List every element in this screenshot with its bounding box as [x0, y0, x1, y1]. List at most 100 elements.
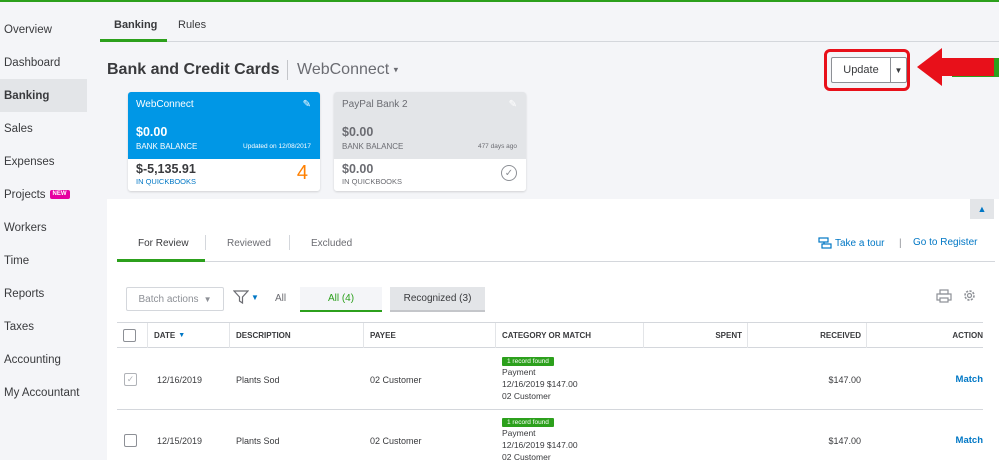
sidebar-item-label: Expenses — [4, 155, 55, 168]
select-all-checkbox[interactable] — [123, 329, 136, 342]
match-name: 02 Customer — [502, 391, 551, 401]
gear-icon[interactable] — [962, 288, 977, 303]
match-button[interactable]: Match — [956, 435, 983, 446]
sidebar-item-accounting[interactable]: Accounting — [0, 343, 87, 376]
collapse-chevron-up-icon[interactable]: ▲ — [970, 199, 994, 219]
card-footer: $0.00 IN QUICKBOOKS ✓ — [334, 159, 526, 191]
column-header-date[interactable]: DATE ▼ — [147, 323, 229, 348]
filter-pill-all[interactable]: All (4) — [300, 287, 382, 312]
card-account-name: PayPal Bank 2 — [342, 99, 408, 110]
batch-actions-label: Batch actions — [138, 293, 199, 305]
row-checkbox[interactable]: ✓ — [124, 373, 137, 386]
row-date: 12/16/2019 — [157, 375, 203, 385]
tab-rules[interactable]: Rules — [178, 19, 206, 31]
sidebar: Overview Dashboard Banking Sales Expense… — [0, 2, 87, 460]
filter-all-label: All — [275, 293, 287, 304]
pencil-icon[interactable]: ✎ — [303, 99, 311, 110]
page-title: Bank and Credit Cards — [107, 61, 280, 78]
column-header-action: ACTION — [866, 323, 983, 348]
match-name: 02 Customer — [502, 452, 551, 460]
card-header: WebConnect ✎ $0.00 BANK BALANCE Updated … — [128, 92, 320, 159]
tab-reviewed[interactable]: Reviewed — [227, 238, 271, 249]
checkmark-icon: ✓ — [126, 374, 135, 384]
sidebar-item-time[interactable]: Time — [0, 244, 87, 277]
row-category-match[interactable]: 1 record found Payment 12/16/2019 $147.0… — [502, 355, 578, 402]
sidebar-item-label: My Accountant — [4, 386, 80, 399]
review-panel: ▲ For Review Reviewed Excluded Take a to… — [107, 199, 999, 460]
sidebar-item-projects[interactable]: Projects NEW — [0, 178, 87, 211]
card-header: PayPal Bank 2 ✎ $0.00 BANK BALANCE 477 d… — [334, 92, 526, 159]
table-header: DATE ▼ DESCRIPTION PAYEE CATEGORY OR MAT… — [117, 322, 983, 348]
sidebar-item-dashboard[interactable]: Dashboard — [0, 46, 87, 79]
signpost-icon — [818, 237, 832, 249]
filter-button[interactable]: ▼ — [233, 290, 259, 304]
sidebar-item-label: Workers — [4, 221, 47, 234]
update-dropdown-button[interactable]: ▼ — [890, 57, 907, 83]
tab-divider — [289, 235, 290, 250]
sidebar-item-my-accountant[interactable]: My Accountant — [0, 376, 87, 409]
card-qb-balance: $0.00 — [342, 162, 374, 176]
caret-down-icon: ▼ — [251, 292, 259, 302]
tab-for-review[interactable]: For Review — [138, 238, 189, 249]
print-icon[interactable] — [936, 289, 952, 303]
sidebar-item-label: Dashboard — [4, 56, 61, 69]
sidebar-item-taxes[interactable]: Taxes — [0, 310, 87, 343]
account-card-webconnect[interactable]: WebConnect ✎ $0.00 BANK BALANCE Updated … — [128, 92, 320, 191]
pencil-icon[interactable]: ✎ — [509, 99, 517, 110]
go-to-register-link[interactable]: Go to Register — [913, 237, 977, 248]
match-button[interactable]: Match — [956, 374, 983, 385]
match-type: Payment — [502, 367, 536, 377]
row-category-match[interactable]: 1 record found Payment 12/16/2019 $147.0… — [502, 416, 578, 460]
column-header-category: CATEGORY OR MATCH — [495, 323, 643, 348]
card-bank-balance-label: BANK BALANCE — [342, 142, 404, 151]
filter-pill-recognized[interactable]: Recognized (3) — [390, 287, 485, 312]
row-received: $147.00 — [828, 375, 861, 385]
column-header-label: DATE — [154, 331, 176, 340]
account-card-paypal[interactable]: PayPal Bank 2 ✎ $0.00 BANK BALANCE 477 d… — [334, 92, 526, 191]
funnel-icon — [233, 290, 249, 304]
caret-down-icon: ▾ — [393, 64, 399, 75]
card-review-count: 4 — [296, 162, 308, 184]
sidebar-item-label: Projects — [4, 188, 46, 201]
match-type: Payment — [502, 428, 536, 438]
table-row[interactable]: 12/15/2019 Plants Sod 02 Customer 1 reco… — [117, 410, 983, 460]
row-checkbox[interactable] — [124, 434, 137, 447]
sidebar-item-reports[interactable]: Reports — [0, 277, 87, 310]
match-date-amount: 12/16/2019 $147.00 — [502, 440, 578, 450]
sidebar-item-expenses[interactable]: Expenses — [0, 145, 87, 178]
tab-banking[interactable]: Banking — [114, 19, 157, 31]
column-header-received: RECEIVED — [747, 323, 866, 348]
account-dropdown-label: WebConnect — [297, 61, 390, 78]
active-tab-underline — [117, 259, 205, 262]
checkmark-icon: ✓ — [501, 165, 517, 181]
row-payee: 02 Customer — [370, 375, 422, 385]
tab-excluded[interactable]: Excluded — [311, 238, 352, 249]
sidebar-item-sales[interactable]: Sales — [0, 112, 87, 145]
card-updated-text: 477 days ago — [477, 143, 517, 150]
card-qb-label: IN QUICKBOOKS — [342, 177, 403, 186]
take-a-tour-link[interactable]: Take a tour — [818, 237, 884, 250]
batch-actions-button[interactable]: Batch actions ▼ — [126, 287, 224, 311]
account-dropdown[interactable]: WebConnect ▾ — [297, 61, 398, 79]
sidebar-item-label: Sales — [4, 122, 33, 135]
row-date: 12/15/2019 — [157, 436, 203, 446]
sidebar-item-workers[interactable]: Workers — [0, 211, 87, 244]
card-qb-label: IN QUICKBOOKS — [136, 177, 197, 186]
column-header-spent: SPENT — [643, 323, 747, 348]
table-row[interactable]: ✓ 12/16/2019 Plants Sod 02 Customer 1 re… — [117, 348, 983, 410]
card-qb-balance: $-5,135.91 — [136, 162, 196, 176]
header-checkbox-cell — [117, 323, 147, 348]
row-description: Plants Sod — [236, 436, 280, 446]
card-bank-balance: $0.00 — [136, 125, 168, 139]
sidebar-item-label: Overview — [4, 23, 52, 36]
sidebar-item-label: Reports — [4, 287, 45, 300]
update-button[interactable]: Update — [831, 57, 891, 83]
title-divider — [287, 60, 288, 80]
card-bank-balance-label: BANK BALANCE — [136, 142, 198, 151]
match-date-amount: 12/16/2019 $147.00 — [502, 379, 578, 389]
main-content: Banking Rules Bank and Credit Cards WebC… — [87, 2, 999, 460]
link-separator: | — [899, 238, 902, 249]
sidebar-item-overview[interactable]: Overview — [0, 13, 87, 46]
sidebar-item-banking[interactable]: Banking — [0, 79, 87, 112]
row-payee: 02 Customer — [370, 436, 422, 446]
